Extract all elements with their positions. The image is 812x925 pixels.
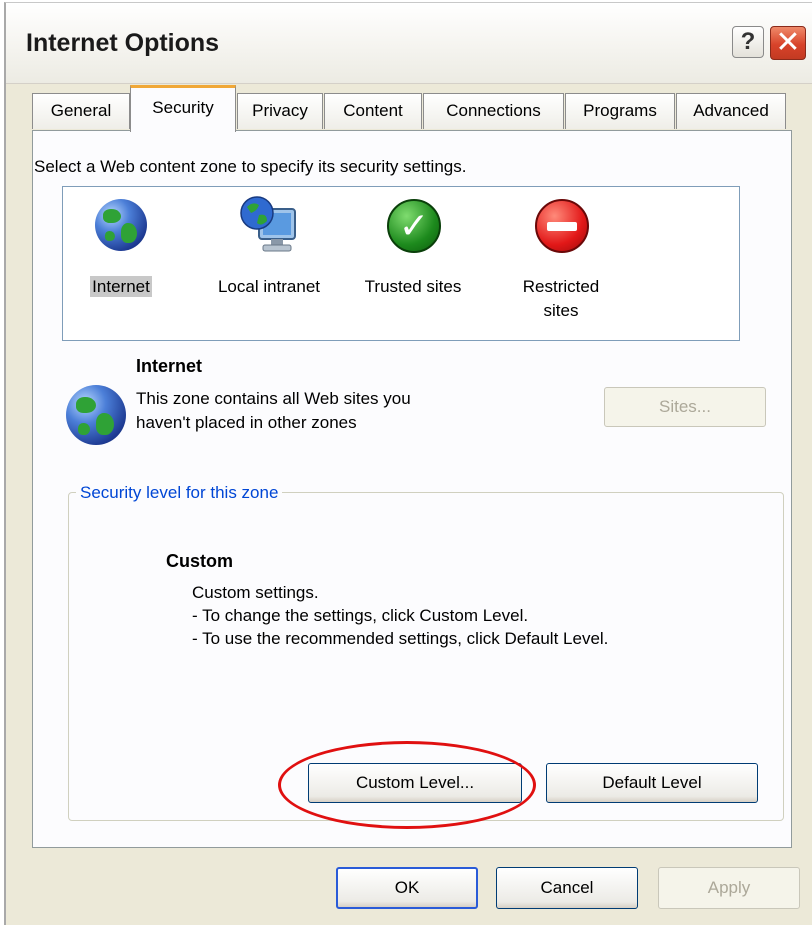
security-level-legend: Security level for this zone — [76, 483, 283, 503]
security-level-description: Custom settings. - To change the setting… — [192, 581, 608, 650]
selected-zone-description: This zone contains all Web sites you hav… — [136, 387, 516, 435]
custom-level-button[interactable]: Custom Level... — [308, 763, 522, 803]
zone-description-line2: haven't placed in other zones — [136, 413, 357, 432]
select-zone-instruction: Select a Web content zone to specify its… — [34, 157, 467, 176]
zone-trusted-sites[interactable]: ✓ Trusted sites — [343, 187, 483, 337]
tab-general[interactable]: General — [32, 93, 130, 129]
tab-programs[interactable]: Programs — [565, 93, 675, 129]
zone-local-intranet[interactable]: Local intranet — [199, 187, 339, 337]
tab-security[interactable]: Security — [130, 85, 236, 132]
check-icon: ✓ — [387, 199, 441, 253]
tab-strip: General Security Privacy Content Connect… — [32, 85, 812, 132]
zone-label-internet: Internet — [90, 276, 152, 297]
monitor-globe-icon — [239, 195, 299, 264]
globe-icon — [95, 199, 147, 251]
security-level-title: Custom — [166, 551, 233, 571]
no-entry-icon — [535, 199, 589, 253]
selected-zone-globe-icon — [66, 385, 126, 445]
internet-options-dialog: Internet Options ? ✕ General Security Pr… — [4, 2, 812, 925]
zone-label-trusted-sites: Trusted sites — [364, 277, 462, 296]
cancel-button[interactable]: Cancel — [496, 867, 638, 909]
tab-advanced[interactable]: Advanced — [676, 93, 786, 129]
zone-internet[interactable]: Internet — [51, 187, 191, 337]
zone-label-restricted-line1: Restricted — [522, 277, 600, 296]
level-line: - To use the recommended settings, click… — [192, 629, 609, 648]
default-level-button[interactable]: Default Level — [546, 763, 758, 803]
tab-connections[interactable]: Connections — [423, 93, 564, 129]
zone-label-restricted-line2: sites — [543, 301, 579, 320]
help-button[interactable]: ? — [732, 26, 764, 58]
zone-restricted-sites[interactable]: Restricted sites — [491, 187, 631, 337]
tab-content[interactable]: Content — [324, 93, 422, 129]
zone-description-line1: This zone contains all Web sites you — [136, 389, 411, 408]
tab-privacy[interactable]: Privacy — [237, 93, 323, 129]
selected-zone-title: Internet — [136, 356, 203, 376]
apply-button[interactable]: Apply — [658, 867, 800, 909]
level-line: Custom settings. — [192, 583, 319, 602]
title-bar[interactable]: Internet Options ? ✕ — [6, 3, 812, 84]
zone-label-local-intranet: Local intranet — [217, 277, 321, 296]
ok-button[interactable]: OK — [336, 867, 478, 909]
level-line: - To change the settings, click Custom L… — [192, 606, 529, 625]
zone-list: Internet Local intranet ✓ Trusted sites … — [62, 186, 740, 341]
window-title: Internet Options — [26, 29, 220, 57]
sites-button[interactable]: Sites... — [604, 387, 766, 427]
close-button[interactable]: ✕ — [770, 26, 806, 60]
